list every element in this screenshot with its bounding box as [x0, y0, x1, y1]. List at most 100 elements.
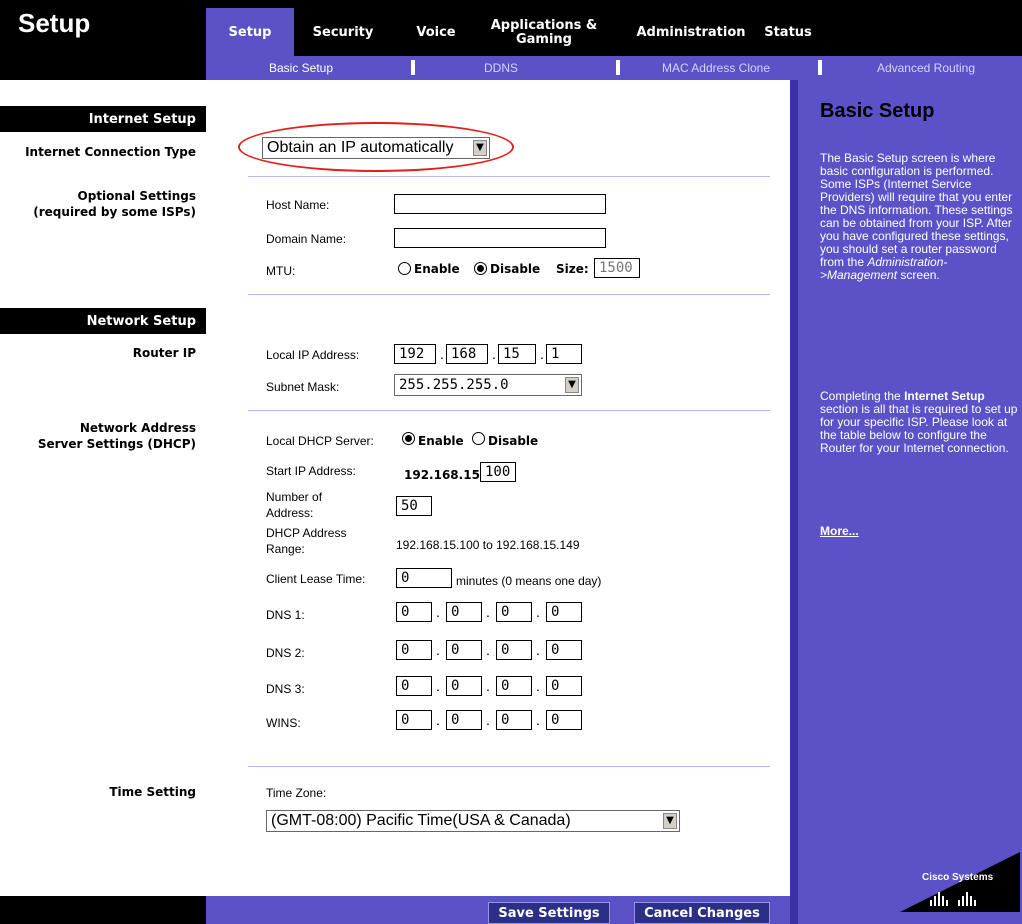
local-ip-octet-3[interactable]: 15	[498, 344, 536, 364]
start-ip-field[interactable]: 100	[480, 462, 516, 482]
ip-dot: .	[540, 346, 544, 362]
dhcp-range-label-1: DHCP Address	[266, 526, 347, 540]
wins-octet-1[interactable]: 0	[396, 710, 432, 730]
dns3-octet-3[interactable]: 0	[496, 676, 532, 696]
mtu-size-field[interactable]: 1500	[594, 258, 640, 278]
dns1-octet-3[interactable]: 0	[496, 602, 532, 622]
mtu-size-label: Size:	[556, 262, 589, 276]
cancel-changes-button[interactable]: Cancel Changes	[634, 902, 770, 924]
divider	[248, 766, 770, 767]
wins-label: WINS:	[266, 716, 301, 730]
subtab-advanced-routing[interactable]: Advanced Routing	[836, 56, 1016, 80]
ip-dot: .	[486, 712, 490, 728]
help-more-link[interactable]: More...	[820, 524, 859, 538]
subtab-mac-address-clone[interactable]: MAC Address Clone	[626, 56, 806, 80]
dhcp-enable-radio[interactable]	[402, 432, 415, 445]
help-title: Basic Setup	[820, 100, 935, 122]
dns3-label: DNS 3:	[266, 682, 305, 696]
left-section-column: Internet Setup Internet Connection Type …	[0, 80, 206, 924]
label-dhcp-line1: Network Address	[79, 421, 196, 435]
subnet-mask-select[interactable]: 255.255.255.0 ▼	[394, 374, 582, 396]
connection-type-value: Obtain an IP automatically	[267, 139, 454, 156]
section-internet-setup: Internet Setup	[0, 106, 206, 132]
label-optional-settings: Optional Settings	[77, 189, 196, 203]
help-paragraph-2-start: Completing the	[820, 389, 901, 403]
dns3-octet-4[interactable]: 0	[546, 676, 582, 696]
dns1-octet-2[interactable]: 0	[446, 602, 482, 622]
chevron-down-icon: ▼	[663, 813, 677, 829]
ip-dot: .	[492, 346, 496, 362]
domain-name-label: Domain Name:	[266, 232, 347, 246]
wins-octet-4[interactable]: 0	[546, 710, 582, 730]
divider	[248, 294, 770, 295]
mtu-disable-label: Disable	[490, 262, 541, 276]
mtu-enable-label: Enable	[414, 262, 460, 276]
footer-left-bar	[0, 896, 206, 924]
ip-dot: .	[536, 678, 540, 694]
host-name-label: Host Name:	[266, 198, 330, 212]
sub-tab-bar: Basic Setup DDNS MAC Address Clone Advan…	[206, 56, 1022, 80]
dhcp-range-value: 192.168.15.100 to 192.168.15.149	[396, 538, 580, 552]
dhcp-disable-radio[interactable]	[472, 432, 485, 445]
subnet-mask-value: 255.255.255.0	[399, 377, 509, 393]
save-settings-button[interactable]: Save Settings	[488, 902, 610, 924]
cisco-logo-text: Cisco Systems	[922, 872, 994, 883]
dns2-octet-4[interactable]: 0	[546, 640, 582, 660]
dns2-octet-2[interactable]: 0	[446, 640, 482, 660]
subtab-basic-setup[interactable]: Basic Setup	[246, 56, 356, 80]
label-internet-connection-type: Internet Connection Type	[25, 145, 196, 159]
time-zone-select[interactable]: (GMT-08:00) Pacific Time(USA & Canada) ▼	[266, 810, 680, 832]
local-ip-octet-1[interactable]: 192	[394, 344, 436, 364]
subtab-separator	[616, 60, 620, 75]
client-lease-field[interactable]: 0	[396, 568, 452, 588]
tab-status[interactable]: Status	[758, 8, 818, 58]
wins-octet-3[interactable]: 0	[496, 710, 532, 730]
dns2-octet-1[interactable]: 0	[396, 640, 432, 660]
start-ip-prefix: 192.168.15.	[404, 468, 485, 482]
tab-administration[interactable]: Administration	[626, 8, 756, 58]
ip-dot: .	[436, 712, 440, 728]
help-paragraph-1: The Basic Setup screen is where basic co…	[820, 152, 1018, 282]
local-ip-octet-4[interactable]: 1	[546, 344, 582, 364]
tab-setup[interactable]: Setup	[206, 8, 294, 58]
number-address-field[interactable]: 50	[396, 496, 432, 516]
mtu-disable-radio[interactable]	[474, 262, 487, 275]
host-name-field[interactable]	[394, 194, 606, 214]
subtab-ddns[interactable]: DDNS	[446, 56, 556, 80]
ip-dot: .	[486, 604, 490, 620]
wins-octet-2[interactable]: 0	[446, 710, 482, 730]
local-ip-octet-2[interactable]: 168	[446, 344, 488, 364]
dhcp-disable-label: Disable	[488, 434, 539, 448]
start-ip-label: Start IP Address:	[266, 464, 356, 478]
ip-dot: .	[440, 346, 444, 362]
tab-security[interactable]: Security	[298, 8, 388, 58]
page-title: Setup	[18, 8, 91, 38]
connection-type-select[interactable]: Obtain an IP automatically ▼	[262, 137, 490, 159]
mtu-enable-radio[interactable]	[398, 262, 411, 275]
divider	[248, 176, 770, 177]
subtab-separator	[411, 60, 415, 75]
dns1-octet-4[interactable]: 0	[546, 602, 582, 622]
dns3-octet-2[interactable]: 0	[446, 676, 482, 696]
local-ip-label: Local IP Address:	[266, 348, 360, 362]
ip-dot: .	[436, 678, 440, 694]
ip-dot: .	[536, 642, 540, 658]
tab-applications-gaming[interactable]: Applications & Gaming	[484, 8, 604, 58]
dns1-label: DNS 1:	[266, 608, 305, 622]
domain-name-field[interactable]	[394, 228, 606, 248]
help-paragraph-1-end: screen.	[900, 268, 940, 282]
number-address-label-1: Number of	[266, 490, 323, 504]
divider	[248, 410, 770, 411]
label-time-setting: Time Setting	[109, 785, 196, 799]
label-dhcp-line2: Server Settings (DHCP)	[37, 437, 196, 451]
ip-dot: .	[486, 642, 490, 658]
ip-dot: .	[486, 678, 490, 694]
dns1-octet-1[interactable]: 0	[396, 602, 432, 622]
label-optional-settings-sub: (required by some ISPs)	[33, 205, 196, 219]
help-paragraph-1-text: The Basic Setup screen is where basic co…	[820, 151, 1013, 269]
dns3-octet-1[interactable]: 0	[396, 676, 432, 696]
time-zone-value: (GMT-08:00) Pacific Time(USA & Canada)	[271, 812, 571, 829]
tab-voice[interactable]: Voice	[396, 8, 476, 58]
dns2-label: DNS 2:	[266, 646, 305, 660]
dns2-octet-3[interactable]: 0	[496, 640, 532, 660]
